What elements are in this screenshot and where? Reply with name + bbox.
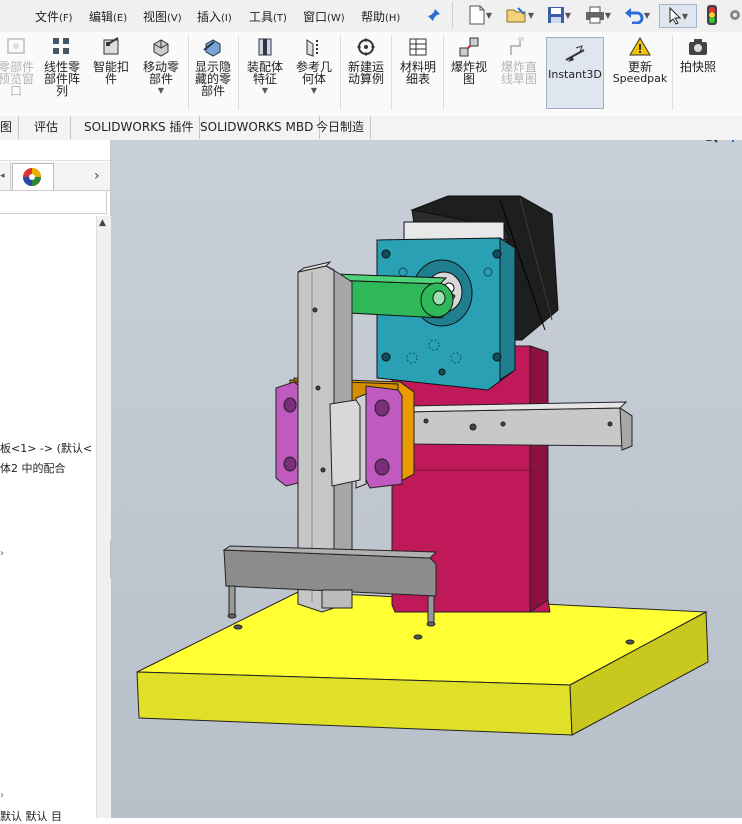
appearance-tab[interactable]	[12, 163, 54, 191]
explode-line-sketch-button[interactable]: 爆炸直 线草图	[496, 36, 542, 85]
menu-bar: 文件(F) 编辑(E) 视图(V) 插入(I) 工具(T) 窗口(W) 帮助(H…	[0, 0, 742, 32]
bill-of-materials-icon	[409, 38, 427, 56]
instant3d-icon	[565, 45, 585, 62]
panel-tab-prev[interactable]: ◂	[0, 162, 11, 190]
tree-item-mate[interactable]: 板<1> -> (默认<	[0, 440, 92, 456]
select-cursor-icon[interactable]: ▼	[659, 4, 697, 28]
feature-manager-panel: ◂ › ▲ 板<1> -> (默认< 体2 中的配合 › › 默认 默认 目	[0, 140, 120, 823]
appearance-pie-icon	[23, 168, 41, 186]
move-component-icon	[153, 39, 169, 57]
menu-tools[interactable]: 工具(T)	[249, 8, 287, 25]
menu-window[interactable]: 窗口(W)	[303, 8, 345, 25]
tab-evaluate[interactable]: 评估	[22, 116, 72, 139]
take-snapshot-button[interactable]: 拍快照	[676, 36, 720, 73]
horizontal-linear-rail	[400, 401, 633, 451]
new-document-icon[interactable]: ▼	[466, 4, 494, 26]
linear-pattern-button[interactable]: 线性零 部件阵列	[40, 36, 84, 97]
menu-edit[interactable]: 编辑(E)	[89, 8, 127, 25]
undo-icon[interactable]: ▼	[620, 4, 654, 26]
move-component-button[interactable]: 移动零 部件 ▼	[138, 36, 184, 95]
scroll-up-icon[interactable]: ▲	[99, 218, 106, 228]
panel-tab-strip: ◂ ›	[0, 162, 110, 191]
menu-help[interactable]: 帮助(H)	[361, 8, 400, 25]
preview-window-icon	[7, 38, 25, 54]
smart-fasteners-button[interactable]: 智能扣件	[88, 36, 134, 85]
update-speedpak-button[interactable]: 更新 Speedpak	[610, 36, 670, 85]
menu-view[interactable]: 视图(V)	[143, 8, 182, 25]
instant3d-button[interactable]: Instant3D	[546, 37, 604, 109]
slide-block-right	[355, 385, 403, 489]
chevron-right-icon[interactable]: ›	[94, 168, 100, 184]
filter-input[interactable]	[0, 190, 107, 214]
new-motion-study-button[interactable]: 新建运 动算例	[343, 36, 389, 85]
reference-geometry-icon	[306, 39, 318, 57]
traffic-light-icon[interactable]	[703, 4, 721, 26]
panel-top-strip	[0, 140, 110, 161]
command-tabs: 图 评估 SOLIDWORKS 插件 SOLIDWORKS MBD 今日制造	[0, 116, 742, 141]
explode-line-sketch-icon	[510, 37, 524, 55]
tree-expand-arrow-icon[interactable]: ›	[0, 548, 4, 559]
config-status-row: 默认 默认 目	[0, 810, 62, 823]
save-icon[interactable]: ▼	[544, 4, 574, 26]
motion-study-icon	[357, 38, 375, 56]
tree-expand-arrow-icon-2[interactable]: ›	[0, 790, 4, 801]
camera-icon	[689, 39, 707, 55]
tab-solidworks-addins[interactable]: SOLIDWORKS 插件	[78, 116, 201, 139]
view-orientation-icon	[732, 140, 734, 142]
exploded-view-icon	[459, 37, 479, 57]
assembly-features-icon	[258, 38, 272, 56]
options-gear-icon[interactable]	[728, 4, 742, 26]
component-preview-window-button[interactable]: 零部件 预览窗口	[0, 36, 38, 97]
tab-drawing[interactable]: 图	[0, 116, 20, 139]
open-folder-icon[interactable]: ▼	[503, 4, 537, 26]
reference-geometry-button[interactable]: 参考几 何体 ▼	[291, 36, 337, 95]
menu-separator	[452, 2, 453, 28]
heads-up-view-toolbar[interactable]	[701, 140, 741, 144]
exploded-view-button[interactable]: 爆炸视图	[446, 36, 492, 85]
menu-file[interactable]: 文件(F)	[35, 8, 73, 25]
base-plate	[136, 591, 709, 736]
assembly-features-button[interactable]: 装配体 特征 ▼	[242, 36, 288, 95]
pin-icon[interactable]	[424, 4, 444, 26]
smart-fastener-icon	[103, 37, 119, 55]
linear-pattern-icon	[53, 38, 69, 54]
graphics-viewport[interactable]	[111, 140, 742, 818]
tab-today-manufacturing[interactable]: 今日制造	[310, 116, 372, 139]
show-hidden-icon	[203, 39, 221, 57]
tree-scrollbar[interactable]: ▲	[96, 216, 111, 818]
bill-of-materials-button[interactable]: 材料明 细表	[395, 36, 441, 85]
menu-insert[interactable]: 插入(I)	[197, 8, 232, 25]
tree-item-mates-in-assembly[interactable]: 体2 中的配合	[0, 460, 66, 476]
command-manager-ribbon: 零部件 预览窗口 线性零 部件阵列 智能扣件 移动零 部件 ▼ 显示隐 藏的零 部件 装配…	[0, 32, 742, 117]
show-hidden-components-button[interactable]: 显示隐 藏的零 部件	[190, 36, 236, 97]
speedpak-warning-icon	[629, 37, 651, 56]
assembly-model[interactable]	[111, 140, 742, 818]
tab-solidworks-mbd[interactable]: SOLIDWORKS MBD	[194, 116, 321, 139]
print-icon[interactable]: ▼	[582, 4, 614, 26]
